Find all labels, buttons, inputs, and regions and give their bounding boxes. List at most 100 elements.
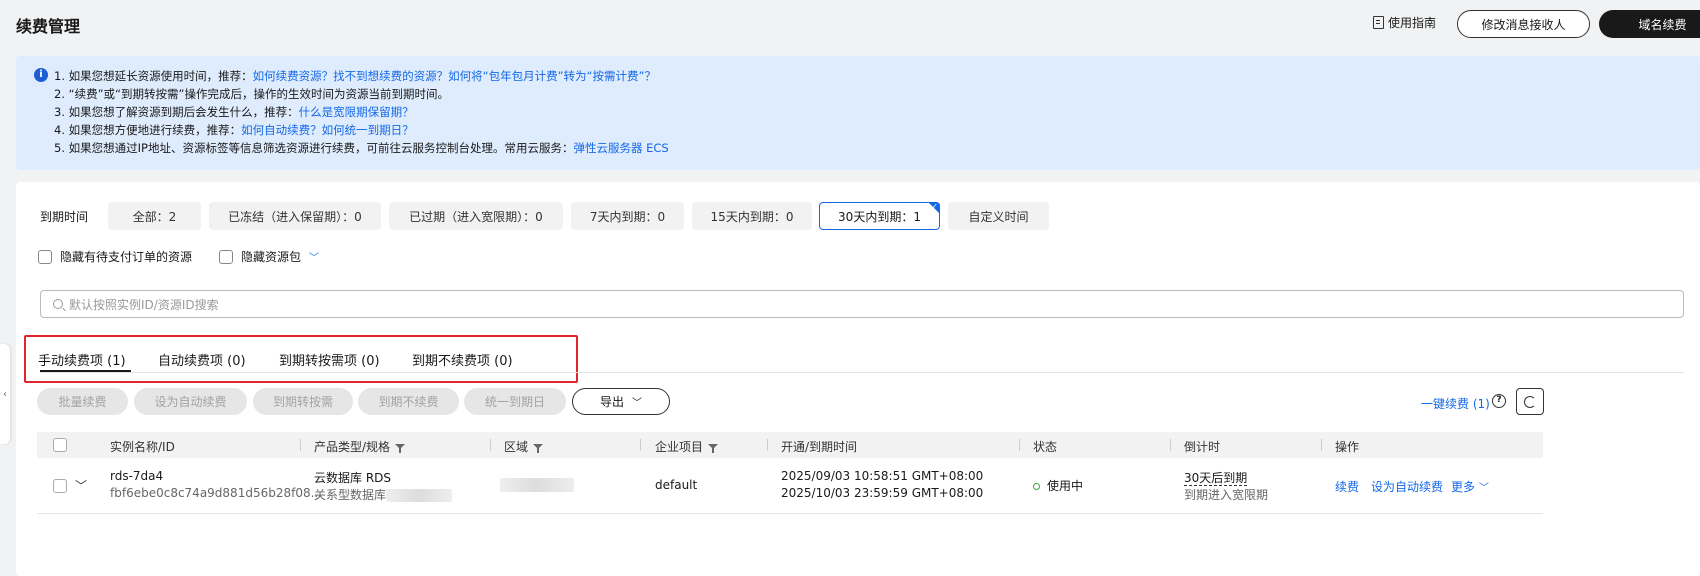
th-ops: 操作 (1335, 440, 1360, 454)
no-renew-button[interactable]: 到期不续费 (358, 388, 459, 415)
column-divider (640, 439, 641, 451)
masked-region (500, 477, 574, 492)
set-auto-renew-button[interactable]: 设为自动续费 (134, 388, 247, 415)
check-icon: ✓ (931, 202, 938, 211)
domain-renew-button[interactable]: 域名续费 (1599, 10, 1700, 38)
select-all-checkbox[interactable] (53, 438, 67, 452)
notice-text: 4. 如果您想方便地进行续费，推荐： (54, 123, 242, 137)
tabs-divider (40, 372, 1684, 373)
set-auto-renew-link[interactable]: 设为自动续费 (1371, 478, 1443, 495)
th-name: 实例名称/ID (110, 440, 175, 454)
row-checkbox[interactable] (53, 479, 67, 493)
expiry-filter-label: 到期时间 (40, 210, 89, 224)
filter-icon[interactable] (533, 444, 544, 453)
notice-line-4: 4. 如果您想方便地进行续费，推荐：如何自动续费？如何统一到期日？ (54, 122, 414, 138)
th-region[interactable]: 区域 (504, 438, 544, 455)
notice-link-ecs[interactable]: 弹性云服务器 ECS (573, 141, 668, 155)
tab-manual-renew[interactable]: 手动续费项 (1) (38, 350, 126, 369)
th-region-label: 区域 (504, 440, 529, 454)
hide-pending-label: 隐藏有待支付订单的资源 (60, 250, 193, 264)
table-row: ﹀ rds-7da4 fbf6ebe0c8c74a9d881d56b28f08.… (37, 458, 1543, 514)
search-icon (53, 299, 63, 309)
page-title: 续费管理 (16, 17, 81, 36)
main-panel: 手动续费项 (1) 自动续费项 (0) 到期转按需项 (0) 到期不续费项 (0… (16, 335, 1700, 576)
chip-30days-label: 30天内到期：1 (838, 209, 921, 224)
modify-receiver-button[interactable]: 修改消息接收人 (1457, 10, 1590, 38)
table-header: 实例名称/ID 产品类型/规格 区域 企业项目 开通/到期时间 状态 倒计时 操… (37, 432, 1543, 458)
chip-30days[interactable]: 30天内到期：1 ✓ (819, 202, 940, 230)
notice-line-1: 1. 如果您想延长资源使用时间，推荐：如何续费资源？找不到想续费的资源？如何将“… (54, 68, 656, 84)
one-key-renew-label: 一键续费 (1421, 397, 1470, 411)
chip-all[interactable]: 全部：2 (108, 202, 201, 230)
chip-15days[interactable]: 15天内到期：0 (692, 202, 812, 230)
hide-package-checkbox[interactable] (219, 249, 233, 264)
column-divider (490, 439, 491, 451)
export-label: 导出 (599, 395, 624, 409)
hide-pending-option[interactable]: 隐藏有待支付订单的资源 (38, 248, 192, 265)
hide-package-option[interactable]: 隐藏资源包 ﹀ (219, 248, 319, 265)
notice-line-2: 2. “续费”或“到期转按需”操作完成后，操作的生效时间为资源当前到期时间。 (54, 87, 449, 101)
status-dot-icon (1033, 483, 1040, 490)
status-label: 使用中 (1047, 479, 1084, 493)
th-project[interactable]: 企业项目 (655, 438, 719, 455)
help-icon[interactable]: ? (1492, 394, 1506, 408)
chevron-down-icon: ﹀ (1478, 483, 1489, 494)
project-value: default (655, 478, 698, 492)
more-dropdown[interactable]: 更多 ﹀ (1451, 478, 1489, 495)
info-notice: i 1. 如果您想延长资源使用时间，推荐：如何续费资源？找不到想续费的资源？如何… (16, 56, 1700, 170)
countdown-label: 30天后到期 (1184, 471, 1248, 486)
one-key-renew-count: (1) (1472, 397, 1490, 411)
status-value: 使用中 (1033, 477, 1083, 494)
more-label: 更多 (1451, 480, 1476, 494)
search-input[interactable]: 默认按照实例ID/资源ID搜索 (40, 290, 1684, 318)
guide-label: 使用指南 (1388, 16, 1437, 30)
chevron-down-icon: ﹀ (632, 398, 642, 409)
refresh-icon (1524, 395, 1536, 408)
product-spec: 关系型数据库 (314, 486, 453, 503)
countdown-value[interactable]: 30天后到期 (1184, 469, 1248, 486)
instance-name: rds-7da4 (110, 469, 164, 483)
chip-7days[interactable]: 7天内到期：0 (571, 202, 684, 230)
th-product-label: 产品类型/规格 (314, 440, 391, 454)
column-divider (1170, 439, 1171, 451)
chip-custom-time[interactable]: 自定义时间 (948, 202, 1049, 230)
filter-icon[interactable] (708, 444, 719, 453)
batch-renew-button[interactable]: 批量续费 (37, 388, 128, 415)
document-icon (1373, 16, 1384, 29)
notice-line-3: 3. 如果您想了解资源到期后会发生什么，推荐：什么是宽限期保留期？ (54, 104, 414, 120)
notice-text: 5. 如果您想通过IP地址、资源标签等信息筛选资源进行续费，可前往云服务控制台处… (54, 141, 574, 155)
expire-time: 2025/10/03 23:59:59 GMT+08:00 (781, 486, 984, 500)
th-countdown: 倒计时 (1184, 440, 1221, 454)
notice-text: 3. 如果您想了解资源到期后会发生什么，推荐： (54, 105, 299, 119)
one-key-renew-link[interactable]: 一键续费 (1) (1421, 395, 1490, 412)
chip-expired[interactable]: 已过期（进入宽限期）：0 (389, 202, 563, 230)
export-button[interactable]: 导出 ﹀ (572, 388, 670, 415)
chevron-down-icon[interactable]: ﹀ (309, 249, 319, 264)
collapse-sidebar-handle[interactable]: ‹ (0, 344, 10, 444)
chevron-down-icon[interactable]: ﹀ (75, 477, 87, 494)
notice-line-5: 5. 如果您想通过IP地址、资源标签等信息筛选资源进行续费，可前往云服务控制台处… (54, 140, 669, 156)
th-time: 开通/到期时间 (781, 440, 858, 454)
tab-auto-renew[interactable]: 自动续费项 (0) (158, 350, 246, 369)
th-project-label: 企业项目 (655, 440, 704, 454)
renew-link[interactable]: 续费 (1335, 478, 1359, 495)
notice-link-auto[interactable]: 如何自动续费？如何统一到期日？ (241, 123, 414, 137)
chip-frozen[interactable]: 已冻结（进入保留期）：0 (209, 202, 381, 230)
to-ondemand-button[interactable]: 到期转按需 (253, 388, 353, 415)
column-divider (767, 439, 768, 451)
hide-pending-checkbox[interactable] (38, 249, 52, 264)
tab-bar: 手动续费项 (1) 自动续费项 (0) 到期转按需项 (0) 到期不续费项 (0… (16, 335, 1700, 383)
guide-link[interactable]: 使用指南 (1373, 14, 1436, 31)
tab-no-renew[interactable]: 到期不续费项 (0) (412, 350, 513, 369)
unify-date-button[interactable]: 统一到期日 (464, 388, 566, 415)
th-product[interactable]: 产品类型/规格 (314, 438, 406, 455)
notice-link-renew[interactable]: 如何续费资源？找不到想续费的资源？如何将“包年包月计费”转为“按需计费”？ (253, 69, 656, 83)
refresh-button[interactable] (1516, 388, 1544, 415)
column-divider (1019, 439, 1020, 451)
open-time: 2025/09/03 10:58:51 GMT+08:00 (781, 469, 984, 483)
filter-icon[interactable] (395, 444, 406, 453)
notice-link-grace[interactable]: 什么是宽限期保留期？ (299, 105, 414, 119)
instance-id: fbf6ebe0c8c74a9d881d56b28f08... (110, 486, 323, 500)
product-spec-label: 关系型数据库 (314, 488, 387, 502)
tab-to-ondemand[interactable]: 到期转按需项 (0) (279, 350, 380, 369)
